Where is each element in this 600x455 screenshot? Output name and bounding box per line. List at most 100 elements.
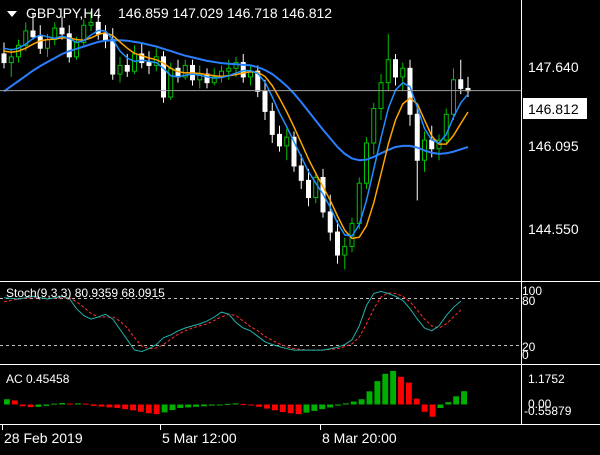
ac-bar	[264, 404, 270, 409]
ohlc-readout: 146.859 147.029 146.718 146.812	[118, 5, 332, 21]
ac-bar	[4, 399, 10, 405]
ac-bar	[98, 404, 105, 407]
candle-body	[132, 53, 137, 72]
ac-bar	[256, 404, 263, 407]
candle-body	[88, 21, 94, 26]
ac-bar	[67, 403, 73, 405]
ac-bar	[240, 403, 247, 405]
candle-body	[335, 231, 340, 256]
ac-bar	[74, 403, 81, 405]
stoch-scale-label: 0	[522, 348, 529, 362]
candle-body	[30, 30, 36, 38]
ac-bar	[145, 404, 152, 414]
ac-bar	[327, 404, 334, 408]
ac-bar	[137, 404, 144, 412]
candle-body	[103, 33, 108, 41]
candle-body	[400, 67, 406, 78]
candle-body	[371, 108, 377, 144]
ac-bar	[350, 401, 357, 405]
ac-bar	[271, 404, 278, 411]
ac-scale-label: 1.1752	[528, 372, 565, 386]
symbol-dropdown-icon[interactable]	[7, 11, 17, 17]
ac-bar	[201, 404, 207, 407]
stochastic-pane[interactable]: Stoch(9,3,3) 80.9359 68.0915 100 80 20 0	[0, 284, 542, 362]
ac-bar	[43, 404, 50, 406]
time-axis[interactable]: 28 Feb 2019 5 Mar 12:00 8 Mar 20:00	[2, 425, 397, 446]
candle-body	[277, 133, 282, 147]
candle-body	[393, 59, 398, 78]
candle-body	[327, 211, 333, 233]
price-tick-label: 147.640	[528, 59, 579, 75]
candle-body	[451, 79, 456, 115]
ac-bar	[405, 382, 412, 405]
ac-bar	[382, 373, 389, 405]
candle-body	[269, 110, 275, 135]
ac-bar	[59, 403, 66, 405]
ac-bar	[358, 399, 365, 405]
current-price-label: 146.812	[528, 101, 579, 117]
stoch-main-line	[3, 290, 462, 353]
ac-bar	[35, 404, 42, 407]
ac-bar	[429, 404, 436, 417]
candle-body	[110, 39, 116, 75]
ac-bar	[398, 376, 404, 405]
ac-bar	[130, 404, 136, 411]
ac-bar	[453, 396, 460, 405]
ac-bar	[19, 404, 26, 407]
ac-histogram	[4, 370, 467, 417]
time-label: 8 Mar 20:00	[322, 430, 397, 446]
ac-bar	[374, 381, 381, 405]
price-tick-label: 144.550	[528, 221, 579, 237]
candle-body	[124, 64, 130, 72]
ac-bar	[82, 403, 89, 405]
candle-body	[1, 53, 7, 64]
stoch-indicator-label: Stoch(9,3,3) 80.9359 68.0915	[6, 286, 165, 300]
chart-canvas[interactable]: GBPJPY,H4 146.859 147.029 146.718 146.81…	[0, 0, 600, 450]
ac-bar	[319, 404, 326, 410]
candle-body	[37, 36, 43, 49]
candle-body	[364, 142, 369, 184]
ac-bar	[461, 391, 467, 405]
symbol-label: GBPJPY,H4	[26, 5, 101, 21]
ac-bar	[413, 398, 420, 405]
current-price-badge: 146.812	[523, 98, 587, 119]
trading-chart-window[interactable]: GBPJPY,H4 146.859 147.029 146.718 146.81…	[0, 0, 600, 450]
accelerator-oscillator-pane[interactable]: AC 0.45458 1.1752 0.00 -0.55879	[4, 370, 572, 418]
ac-bar	[303, 404, 310, 413]
ac-bar	[177, 404, 184, 408]
ac-bar	[421, 404, 428, 412]
ac-bar	[390, 370, 397, 405]
ac-bar	[232, 403, 239, 405]
price-tick-label: 146.095	[528, 138, 579, 154]
ac-bar	[311, 404, 318, 411]
time-label: 5 Mar 12:00	[162, 430, 237, 446]
stoch-scale-label: 80	[522, 294, 536, 308]
stoch-signal-line	[3, 292, 462, 351]
ac-scale-label: -0.55879	[524, 404, 572, 418]
ac-bar	[445, 402, 452, 405]
main-price-pane[interactable]: GBPJPY,H4 146.859 147.029 146.718 146.81…	[0, 5, 587, 270]
candle-body	[458, 79, 464, 89]
ac-bar	[342, 403, 349, 405]
ac-bar	[366, 391, 373, 405]
ac-bar	[185, 404, 192, 408]
candle-body	[262, 90, 268, 112]
candle-body	[45, 39, 50, 49]
candle-body	[8, 56, 14, 64]
ac-indicator-label: AC 0.45458	[6, 372, 70, 386]
price-scale[interactable]: 147.640 146.095 144.550	[528, 59, 579, 237]
ac-bar	[161, 404, 168, 413]
ac-bar	[248, 404, 255, 406]
candle-body	[342, 245, 348, 256]
ac-bar	[11, 400, 18, 405]
candle-body	[356, 182, 362, 224]
ac-bar	[279, 404, 286, 413]
candle-body	[378, 82, 384, 110]
candle-body	[146, 62, 152, 66]
ac-bar	[287, 404, 294, 414]
ac-bar	[153, 404, 160, 415]
ac-bar	[51, 403, 58, 405]
ac-bar	[114, 404, 121, 408]
candle-body	[306, 179, 311, 199]
ac-bar	[437, 404, 444, 408]
